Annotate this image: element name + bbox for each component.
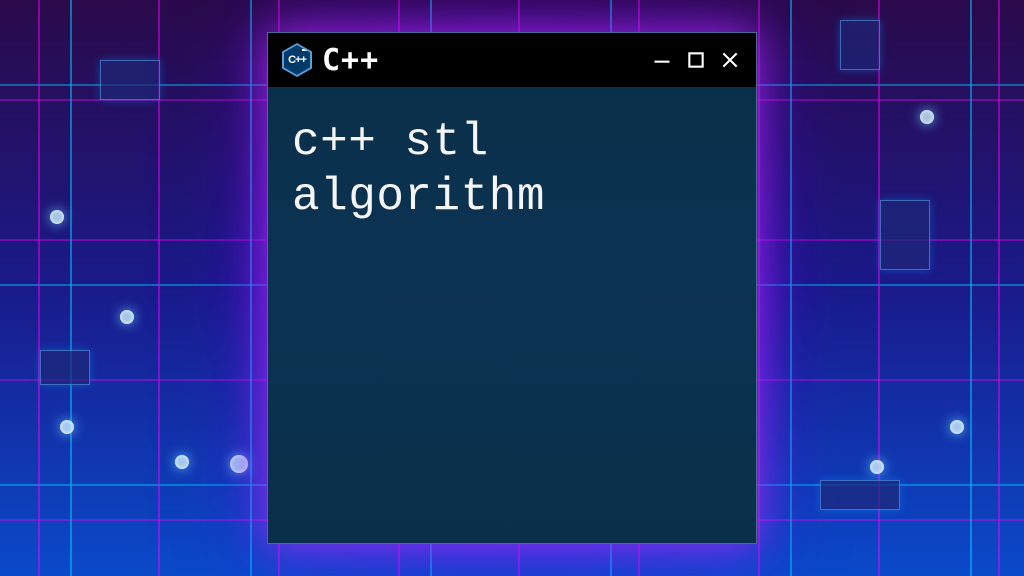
window-controls <box>650 48 742 72</box>
titlebar[interactable]: C++ C++ <box>268 33 756 87</box>
maximize-icon <box>686 50 706 70</box>
minimize-icon <box>652 50 672 70</box>
terminal-window: C++ C++ c++ stl algorithm <box>267 32 757 544</box>
maximize-button[interactable] <box>684 48 708 72</box>
terminal-body[interactable]: c++ stl algorithm <box>268 87 756 543</box>
cpp-icon: C++ <box>282 43 312 77</box>
close-icon <box>720 50 740 70</box>
minimize-button[interactable] <box>650 48 674 72</box>
close-button[interactable] <box>718 48 742 72</box>
terminal-text: c++ stl algorithm <box>292 115 732 225</box>
window-title: C++ <box>322 43 640 78</box>
